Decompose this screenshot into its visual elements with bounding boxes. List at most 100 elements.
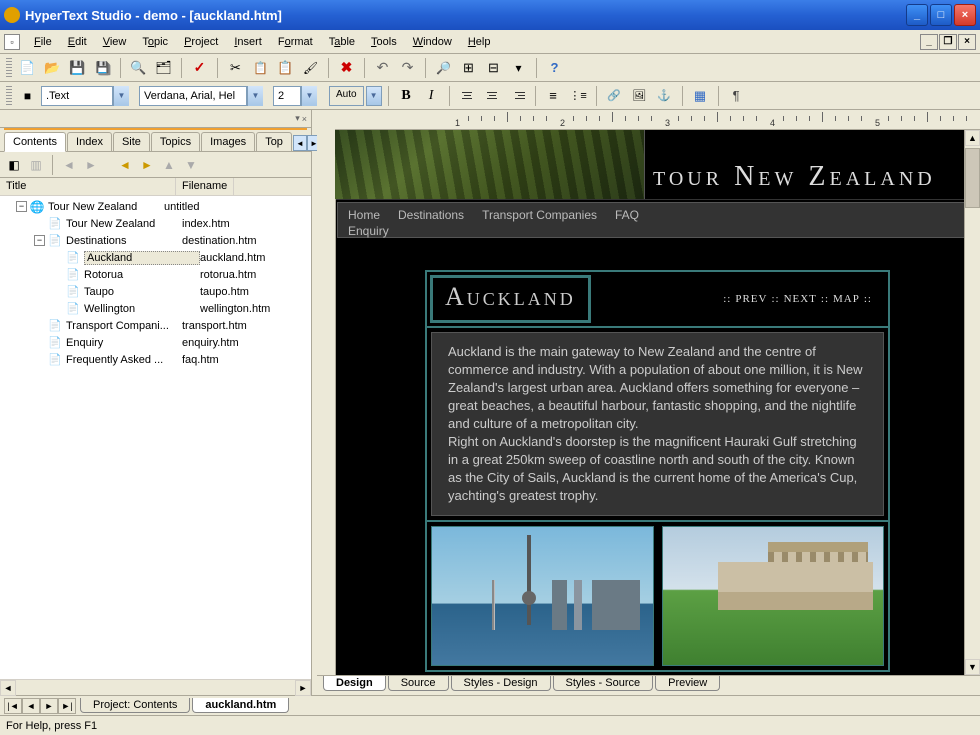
tree-item[interactable]: Rotoruarotorua.htm bbox=[2, 266, 309, 283]
paragraph[interactable]: Right on Auckland's doorstep is the magn… bbox=[448, 433, 867, 505]
copy-button[interactable] bbox=[249, 57, 272, 79]
menu-table[interactable]: Table bbox=[321, 33, 363, 51]
content-image-museum[interactable] bbox=[662, 526, 885, 666]
redo-button[interactable] bbox=[396, 57, 419, 79]
scroll-right-button[interactable]: ► bbox=[295, 680, 311, 696]
paste-button[interactable] bbox=[274, 57, 297, 79]
move-right-button[interactable]: ► bbox=[137, 155, 157, 175]
tree-expander[interactable]: − bbox=[34, 235, 45, 246]
tree-expander[interactable]: − bbox=[16, 201, 27, 212]
align-center-button[interactable] bbox=[481, 85, 504, 107]
preview-button[interactable] bbox=[127, 57, 150, 79]
panel-tab-images[interactable]: Images bbox=[201, 132, 255, 151]
tab-last-button[interactable]: ►| bbox=[58, 698, 76, 714]
panel-close-button[interactable]: × bbox=[302, 114, 307, 124]
tree-item[interactable]: Wellingtonwellington.htm bbox=[2, 300, 309, 317]
tree-item[interactable]: −Tour New Zealanduntitled bbox=[2, 198, 309, 215]
collapse-all-button[interactable]: ◧ bbox=[4, 155, 24, 175]
editor-tab-preview[interactable]: Preview bbox=[655, 676, 720, 691]
new-button[interactable] bbox=[16, 57, 39, 79]
tool-b-button[interactable] bbox=[482, 57, 505, 79]
nav-next-link[interactable]: NEXT bbox=[784, 293, 817, 305]
menu-project[interactable]: Project bbox=[176, 33, 226, 51]
nav-back-button[interactable]: ◄ bbox=[59, 155, 79, 175]
tree-item[interactable]: Enquiryenquiry.htm bbox=[2, 334, 309, 351]
scroll-up-button[interactable]: ▲ bbox=[965, 130, 980, 146]
size-combo-value[interactable]: 2 bbox=[273, 86, 301, 106]
mdi-close-button[interactable]: × bbox=[958, 34, 976, 50]
spellcheck-button[interactable] bbox=[188, 57, 211, 79]
project-button[interactable] bbox=[152, 57, 175, 79]
save-button[interactable] bbox=[66, 57, 89, 79]
save-all-button[interactable] bbox=[91, 57, 114, 79]
font-combo[interactable]: Verdana, Arial, Hel ▼ bbox=[139, 86, 263, 106]
menu-topic[interactable]: Topic bbox=[134, 33, 176, 51]
menu-view[interactable]: View bbox=[95, 33, 135, 51]
maximize-button[interactable]: □ bbox=[930, 4, 952, 26]
design-canvas[interactable]: tour New Zealand HomeDestinationsTranspo… bbox=[317, 130, 980, 675]
tree-item[interactable]: −Destinationsdestination.htm bbox=[2, 232, 309, 249]
menu-format[interactable]: Format bbox=[270, 33, 321, 51]
tree-header-filename[interactable]: Filename bbox=[176, 178, 234, 195]
help-button[interactable] bbox=[543, 57, 566, 79]
font-combo-value[interactable]: Verdana, Arial, Hel bbox=[139, 86, 247, 106]
delete-button[interactable] bbox=[335, 57, 358, 79]
tree-item[interactable]: Frequently Asked ...faq.htm bbox=[2, 351, 309, 368]
minimize-button[interactable]: _ bbox=[906, 4, 928, 26]
color-auto-button[interactable]: Auto bbox=[329, 86, 364, 106]
image-button[interactable] bbox=[628, 85, 651, 107]
page-heading[interactable]: Auckland bbox=[445, 282, 576, 312]
table-button[interactable] bbox=[689, 85, 712, 107]
panel-tab-index[interactable]: Index bbox=[67, 132, 112, 151]
page-nav-link[interactable]: FAQ bbox=[615, 208, 639, 222]
align-right-button[interactable] bbox=[506, 85, 529, 107]
move-up-button[interactable]: ▲ bbox=[159, 155, 179, 175]
open-button[interactable] bbox=[41, 57, 64, 79]
size-combo[interactable]: 2 ▼ bbox=[273, 86, 317, 106]
editor-tab-styles-source[interactable]: Styles - Source bbox=[553, 676, 654, 691]
panel-tab-top[interactable]: Top bbox=[256, 132, 292, 151]
scroll-left-button[interactable]: ◄ bbox=[0, 680, 16, 696]
italic-button[interactable] bbox=[420, 85, 443, 107]
mdi-system-icon[interactable]: ▫ bbox=[4, 34, 20, 50]
tab-first-button[interactable]: |◄ bbox=[4, 698, 22, 714]
align-left-button[interactable] bbox=[456, 85, 479, 107]
style-combo-value[interactable]: .Text bbox=[41, 86, 113, 106]
page-nav-link[interactable]: Home bbox=[348, 208, 380, 222]
close-button[interactable]: × bbox=[954, 4, 976, 26]
tool-a-button[interactable] bbox=[457, 57, 480, 79]
numbered-list-button[interactable] bbox=[542, 85, 565, 107]
link-button[interactable] bbox=[603, 85, 626, 107]
panel-tab-contents[interactable]: Contents bbox=[4, 132, 66, 152]
style-combo[interactable]: .Text ▼ bbox=[41, 86, 129, 106]
tree-item[interactable]: Aucklandauckland.htm bbox=[2, 249, 309, 266]
scrollbar-track[interactable] bbox=[16, 680, 295, 695]
cut-button[interactable] bbox=[224, 57, 247, 79]
menu-window[interactable]: Window bbox=[405, 33, 460, 51]
horizontal-ruler[interactable]: 12345 bbox=[335, 110, 980, 130]
tree-item[interactable]: Transport Compani...transport.htm bbox=[2, 317, 309, 334]
panel-pin-button[interactable]: ▾ bbox=[295, 113, 300, 124]
tabs-scroll-left[interactable]: ◄ bbox=[293, 135, 307, 151]
content-text[interactable]: Auckland is the main gateway to New Zeal… bbox=[431, 332, 884, 516]
tab-next-button[interactable]: ► bbox=[40, 698, 58, 714]
tree-item[interactable]: Taupotaupo.htm bbox=[2, 283, 309, 300]
content-image-skyline[interactable] bbox=[431, 526, 654, 666]
menu-insert[interactable]: Insert bbox=[226, 33, 270, 51]
move-left-button[interactable]: ◄ bbox=[115, 155, 135, 175]
menu-tools[interactable]: Tools bbox=[363, 33, 405, 51]
show-paragraph-button[interactable] bbox=[725, 85, 748, 107]
vertical-scrollbar[interactable]: ▲ ▼ bbox=[964, 130, 980, 675]
style-indicator-button[interactable]: ■ bbox=[16, 85, 39, 107]
tree-header-title[interactable]: Title bbox=[0, 178, 176, 195]
undo-button[interactable] bbox=[371, 57, 394, 79]
menu-file[interactable]: File bbox=[26, 33, 60, 51]
page-nav-link[interactable]: Transport Companies bbox=[482, 208, 597, 222]
panel-tab-topics[interactable]: Topics bbox=[151, 132, 200, 151]
editor-tab-design[interactable]: Design bbox=[323, 676, 386, 691]
scrollbar-track[interactable] bbox=[965, 208, 980, 659]
menu-edit[interactable]: Edit bbox=[60, 33, 95, 51]
toolbar-grip[interactable] bbox=[6, 86, 12, 106]
anchor-button[interactable] bbox=[653, 85, 676, 107]
tree-horizontal-scrollbar[interactable]: ◄ ► bbox=[0, 679, 311, 695]
